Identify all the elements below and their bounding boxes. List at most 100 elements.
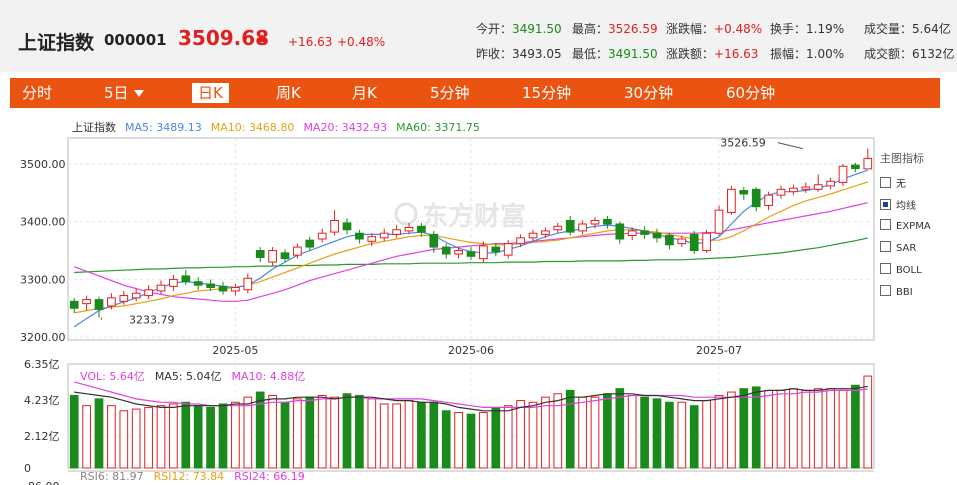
checkbox-icon[interactable]: [880, 285, 891, 296]
stat-value: 3493.05: [512, 47, 562, 61]
candle: [776, 185, 786, 199]
indicator-option[interactable]: 均线: [880, 197, 916, 212]
candle: [603, 215, 612, 229]
candle: [94, 296, 104, 318]
tab-label: 5分钟: [430, 84, 470, 102]
stat-item: 最高：3526.59: [572, 20, 658, 37]
tab-period[interactable]: 30分钟: [624, 78, 673, 108]
candle: [317, 228, 327, 243]
candle-body: [826, 180, 835, 187]
candle-body: [813, 184, 823, 190]
stat-label: 最低：: [572, 47, 609, 61]
tab-period[interactable]: 周K: [276, 78, 301, 108]
tab-period[interactable]: 15分钟: [522, 78, 571, 108]
candle-body: [218, 285, 228, 292]
candle-body: [392, 229, 401, 235]
volume-bar: [94, 398, 104, 469]
candle-body: [801, 186, 811, 190]
legend-label: VOL:: [80, 370, 109, 383]
price-change-pct: +0.48%: [337, 35, 386, 49]
volume-bar: [392, 403, 401, 469]
candle: [553, 222, 563, 234]
candle: [689, 230, 699, 255]
volume-bar: [565, 389, 575, 469]
stat-value: 6132亿: [912, 47, 955, 61]
checkbox-icon[interactable]: [880, 263, 891, 274]
volume-bar: [243, 396, 253, 469]
legend-value: 5.04亿: [186, 370, 222, 383]
kline-chart: 东方财富 3500.00 3400.00 3300.00 3200.00 2025-05…: [20, 120, 875, 485]
up-arrow-icon: [258, 34, 266, 42]
y-tick-label: 0: [24, 462, 31, 475]
indicator-option[interactable]: 无: [880, 175, 906, 190]
y-tick-label: 86.00: [28, 480, 60, 485]
candle-body: [293, 246, 302, 256]
candle-body: [603, 218, 612, 225]
candle: [789, 184, 798, 196]
candle: [702, 229, 711, 253]
volume-bar: [305, 396, 315, 469]
volume-bar: [751, 386, 761, 469]
candle-body: [640, 230, 649, 235]
volume-bar: [131, 408, 141, 469]
candle-body: [677, 238, 687, 245]
checkbox-icon[interactable]: [880, 177, 891, 188]
candle-body: [565, 220, 575, 233]
candle-body: [553, 225, 563, 231]
tab-period[interactable]: 分时: [22, 78, 52, 108]
indicator-option-label: BOLL: [896, 265, 922, 276]
main-legend: 上证指数 MA5: 3489.13 MA10: 3468.80 MA20: 3432.…: [72, 120, 480, 134]
candle-body: [689, 233, 699, 252]
indicator-panel-title: 主图指标: [880, 152, 924, 165]
candle-body: [665, 235, 674, 246]
stat-label: 成交量：: [864, 22, 913, 36]
candle: [441, 243, 451, 259]
stat-item: 昨收：3493.05: [476, 45, 562, 62]
indicator-option[interactable]: EXPMA: [880, 219, 931, 232]
candle: [813, 174, 823, 192]
candle-body: [466, 251, 476, 257]
indicator-option[interactable]: BOLL: [880, 263, 922, 276]
candle: [305, 236, 315, 251]
checkbox-icon[interactable]: [880, 219, 891, 230]
volume-bar: [119, 410, 129, 469]
candle: [82, 295, 91, 311]
volume-bar: [231, 401, 240, 469]
candle: [243, 273, 253, 294]
stat-label: 最高：: [572, 22, 609, 36]
volume-bar: [156, 405, 166, 469]
tab-period[interactable]: 60分钟: [726, 78, 775, 108]
checkbox-icon[interactable]: [880, 241, 891, 252]
legend-label: MA20:: [303, 121, 341, 134]
stat-label: 涨跌幅：: [666, 22, 715, 36]
x-tick-label: 2025-06: [448, 344, 494, 357]
candle: [255, 247, 265, 263]
candle: [156, 280, 166, 295]
candle-body: [863, 157, 873, 170]
indicator-option-label: EXPMA: [896, 221, 931, 232]
tab-period[interactable]: 5分钟: [430, 78, 470, 108]
tab-period[interactable]: 5日: [104, 78, 144, 108]
candle-body: [342, 222, 352, 231]
volume-bar: [441, 410, 451, 469]
watermark-text: 东方财富: [422, 201, 526, 232]
candle: [714, 205, 724, 236]
tab-period[interactable]: 月K: [352, 78, 377, 108]
volume-bar: [268, 394, 277, 469]
volume-bar: [280, 401, 290, 469]
indicator-option[interactable]: BBI: [880, 285, 913, 298]
tab-label: 分时: [22, 84, 53, 102]
tab-period[interactable]: 日K: [192, 83, 229, 103]
candle: [169, 274, 178, 291]
checkbox-icon[interactable]: [880, 199, 891, 210]
candle-body: [379, 232, 389, 239]
legend-value: 66.19: [273, 470, 305, 483]
candle-body: [404, 226, 414, 232]
candle-body: [317, 232, 327, 240]
indicator-option[interactable]: SAR: [880, 241, 916, 254]
legend-label: MA5:: [125, 121, 156, 134]
volume-bar: [479, 411, 488, 469]
stat-item: 成交额：6132亿: [864, 45, 955, 62]
candle: [144, 285, 153, 300]
candle: [342, 218, 352, 235]
